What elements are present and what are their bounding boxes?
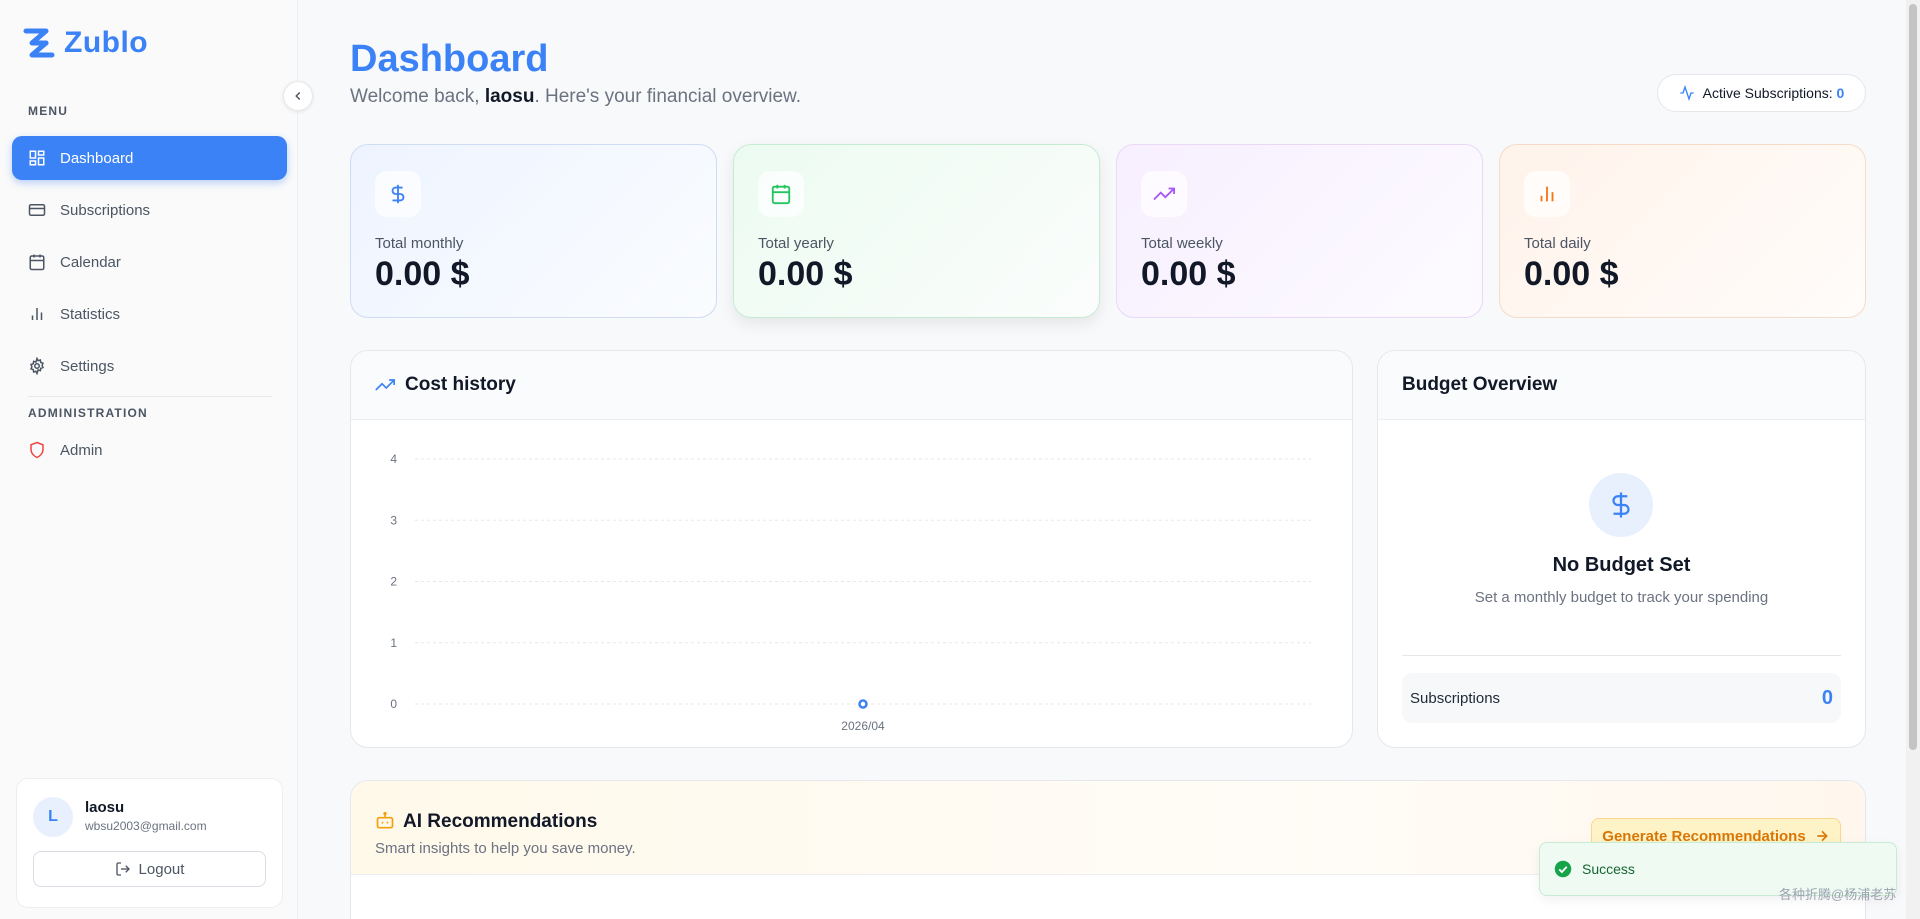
sidebar-item-statistics[interactable]: Statistics xyxy=(12,292,287,336)
stat-card-daily: Total daily 0.00 $ xyxy=(1499,144,1866,318)
page-title: Dashboard xyxy=(350,38,549,80)
app-name: Zublo xyxy=(64,26,149,59)
no-budget-description: Set a monthly budget to track your spend… xyxy=(1474,589,1769,606)
stat-label: Total weekly xyxy=(1141,235,1223,252)
subscriptions-label: Subscriptions xyxy=(1410,689,1501,707)
budget-overview-panel: Budget Overview No Budget Set Set a mont… xyxy=(1377,350,1866,748)
stat-card-yearly: Total yearly 0.00 $ xyxy=(733,144,1100,318)
stat-label: Total yearly xyxy=(758,235,834,252)
y-tick-label: 4 xyxy=(390,452,397,466)
y-tick-label: 2 xyxy=(390,575,397,589)
scrollbar-thumb[interactable] xyxy=(1909,4,1917,750)
budget-subscriptions-row: Subscriptions 0 xyxy=(1402,673,1841,723)
cost-history-title: Cost history xyxy=(405,374,516,395)
sidebar-divider xyxy=(28,396,272,397)
check-circle-icon xyxy=(1554,860,1572,878)
user-name: laosu xyxy=(85,799,125,816)
sidebar-item-settings[interactable]: Settings xyxy=(12,344,287,388)
avatar[interactable]: L xyxy=(33,797,73,837)
cost-history-panel: Cost history 0 1 2 3 4 2026/04 xyxy=(350,350,1353,748)
activity-icon xyxy=(1680,85,1694,101)
sidebar-item-label: Dashboard xyxy=(60,149,134,167)
stat-label: Total daily xyxy=(1524,235,1591,252)
page-scrollbar[interactable] xyxy=(1906,0,1920,919)
cost-history-chart: 0 1 2 3 4 2026/04 xyxy=(390,452,1311,733)
logout-button[interactable]: Logout xyxy=(33,851,266,887)
toast-message: Success xyxy=(1582,861,1635,877)
budget-divider xyxy=(1402,655,1841,656)
collapse-sidebar-button[interactable] xyxy=(283,81,313,111)
sidebar: Zublo MENU Dashboard Subscriptions Calen… xyxy=(0,0,298,919)
ai-recommendations-title: AI Recommendations xyxy=(403,811,598,832)
welcome-prefix: Welcome back, xyxy=(350,86,485,107)
no-budget-title: No Budget Set xyxy=(1552,554,1691,576)
user-card: L laosu wbsu2003@gmail.com Logout xyxy=(16,778,283,908)
logo-icon xyxy=(23,28,55,58)
dashboard-icon xyxy=(29,150,45,166)
x-tick-label: 2026/04 xyxy=(841,719,885,733)
data-point xyxy=(858,699,868,709)
calendar-icon xyxy=(29,254,45,271)
bar-chart-icon xyxy=(1524,171,1570,217)
logout-icon xyxy=(115,862,130,876)
active-subs-label: Active Subscriptions: xyxy=(1702,85,1837,101)
stat-label: Total monthly xyxy=(375,235,464,252)
watermark: 各种折腾@杨浦老苏 xyxy=(1779,887,1897,902)
subscriptions-count: 0 xyxy=(1821,686,1833,709)
bar-chart-icon xyxy=(31,308,43,320)
sidebar-item-calendar[interactable]: Calendar xyxy=(12,240,287,284)
budget-overview-title: Budget Overview xyxy=(1402,374,1558,395)
welcome-text: Welcome back, laosu. Here's your financi… xyxy=(350,86,801,108)
gear-icon xyxy=(29,357,45,375)
dollar-icon xyxy=(375,171,421,217)
bot-icon xyxy=(376,811,394,829)
menu-section-label: MENU xyxy=(28,104,69,118)
stat-value: 0.00 $ xyxy=(1524,255,1619,293)
sidebar-item-subscriptions[interactable]: Subscriptions xyxy=(12,188,287,232)
y-tick-label: 3 xyxy=(390,513,397,527)
app-logo[interactable]: Zublo xyxy=(22,26,148,60)
sidebar-item-dashboard[interactable]: Dashboard xyxy=(12,136,287,180)
stat-value: 0.00 $ xyxy=(758,255,853,293)
sidebar-item-label: Admin xyxy=(60,441,103,459)
shield-icon xyxy=(30,441,44,459)
cost-history-header: Cost history xyxy=(351,351,1352,420)
dollar-icon xyxy=(1589,473,1653,537)
credit-card-icon xyxy=(28,204,46,216)
trending-up-icon xyxy=(1141,171,1187,217)
active-subscriptions-badge[interactable]: Active Subscriptions: 0 xyxy=(1657,74,1866,112)
calendar-icon xyxy=(758,171,804,217)
logout-label: Logout xyxy=(138,860,185,878)
y-tick-label: 0 xyxy=(390,697,397,711)
trending-up-icon xyxy=(375,379,395,391)
stat-card-monthly: Total monthly 0.00 $ xyxy=(350,144,717,318)
stat-value: 0.00 $ xyxy=(1141,255,1236,293)
user-email: wbsu2003@gmail.com xyxy=(85,819,207,833)
budget-overview-header: Budget Overview xyxy=(1378,351,1865,420)
chevron-left-icon xyxy=(295,91,301,101)
y-tick-label: 1 xyxy=(390,636,397,650)
sidebar-item-admin[interactable]: Admin xyxy=(12,428,287,472)
sidebar-item-label: Settings xyxy=(60,357,115,375)
ai-recommendations-subtitle: Smart insights to help you save money. xyxy=(375,840,636,857)
active-subs-count: 0 xyxy=(1836,85,1845,101)
sidebar-item-label: Statistics xyxy=(60,305,121,323)
welcome-username: laosu xyxy=(484,86,535,107)
stat-value: 0.00 $ xyxy=(375,255,470,293)
stat-card-weekly: Total weekly 0.00 $ xyxy=(1116,144,1483,318)
admin-section-label: ADMINISTRATION xyxy=(28,406,148,420)
welcome-suffix: . Here's your financial overview. xyxy=(534,86,802,107)
sidebar-item-label: Subscriptions xyxy=(60,201,151,219)
sidebar-item-label: Calendar xyxy=(60,253,121,271)
